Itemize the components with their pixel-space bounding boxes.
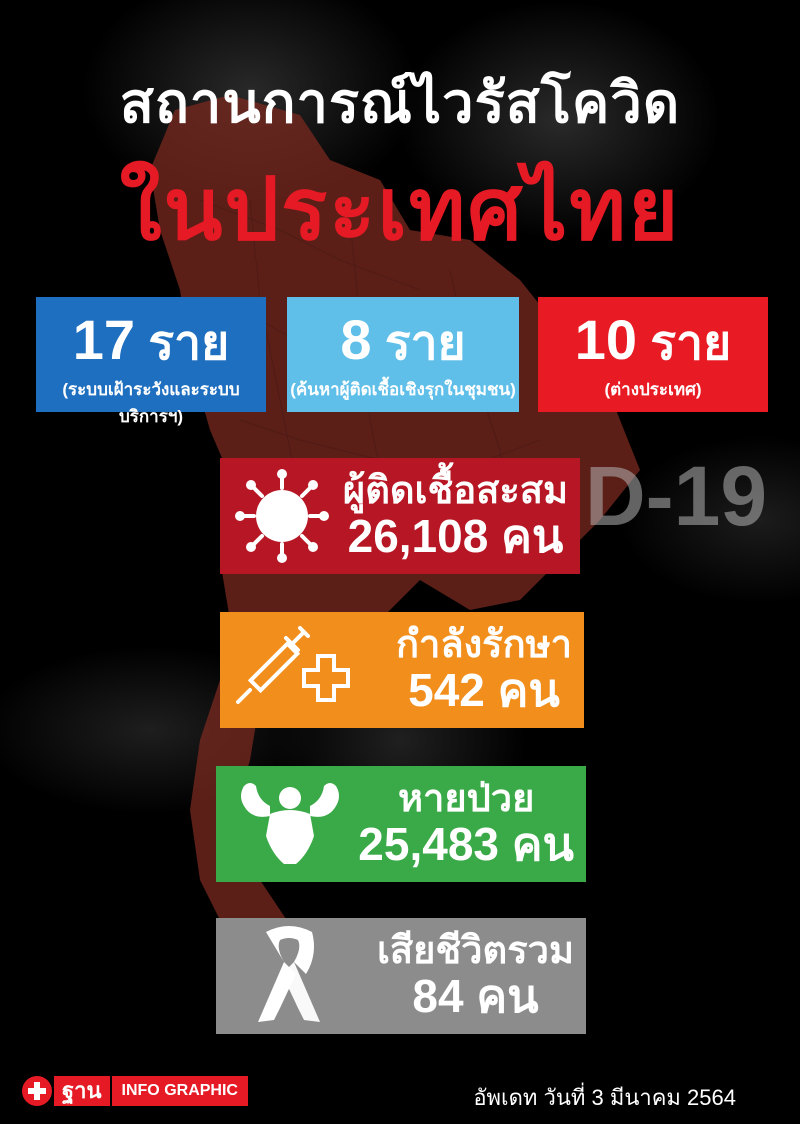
tile-number: 17: [72, 308, 136, 371]
card-value: 84 คน: [412, 969, 539, 1022]
card-label: เสียชีวิตรวม: [376, 929, 574, 972]
syringe-icon: [236, 626, 350, 704]
tile-unit: ราย: [650, 317, 732, 370]
card-value: 542 คน: [408, 663, 560, 716]
card-recovered: หายป่วย 25,483 คน: [216, 766, 586, 882]
tile-note: (ต่างประเทศ): [604, 380, 702, 399]
card-deaths: เสียชีวิตรวม 84 คน: [216, 918, 586, 1034]
card-value: 26,108 คน: [347, 509, 564, 562]
tile-unit: ราย: [384, 317, 466, 370]
tile-overseas: 10 ราย (ต่างประเทศ): [538, 297, 768, 412]
card-treating: กำลังรักษา 542 คน: [220, 612, 584, 728]
title-line2: ในประเทศไทย: [119, 162, 681, 258]
tile-unit: ราย: [148, 317, 230, 370]
brand-name: ฐาน: [54, 1076, 110, 1106]
covid-background-text: D-19: [585, 449, 767, 543]
tile-number: 10: [574, 308, 638, 371]
tile-note: (ค้นหาผู้ติดเชื้อเชิงรุกในชุมชน): [290, 380, 516, 399]
brand-tag: INFO GRAPHIC: [111, 1076, 248, 1106]
card-cumulative: ผู้ติดเชื้อสะสม 26,108 คน: [220, 458, 580, 574]
tile-community: 8 ราย (ค้นหาผู้ติดเชื้อเชิงรุกในชุมชน): [287, 297, 519, 412]
card-label: ผู้ติดเชื้อสะสม: [342, 469, 568, 512]
tile-note: (ระบบเฝ้าระวังและระบบบริการฯ): [62, 380, 240, 426]
plus-icon: [22, 1076, 52, 1106]
card-label: หายป่วย: [397, 777, 535, 820]
brand-logo: ฐาน INFO GRAPHIC: [22, 1076, 248, 1106]
virus-icon: [235, 469, 329, 563]
muscle-icon: [241, 783, 339, 864]
tile-domestic: 17 ราย (ระบบเฝ้าระวังและระบบบริการฯ): [36, 297, 266, 426]
update-date: อัพเดท วันที่ 3 มีนาคม 2564: [473, 1085, 736, 1110]
ribbon-icon: [258, 926, 320, 1022]
card-label: กำลังรักษา: [396, 623, 572, 666]
tile-number: 8: [340, 308, 372, 371]
card-value: 25,483 คน: [358, 817, 574, 870]
title-line1: สถานการณ์ไวรัสโควิด: [119, 71, 681, 134]
